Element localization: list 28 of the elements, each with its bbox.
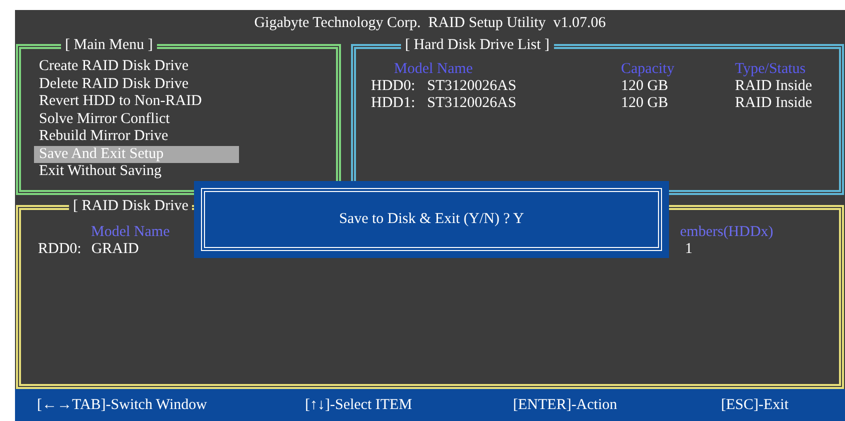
dialog-message: Save to Disk & Exit (Y/N) ? Y: [339, 210, 524, 230]
table-cell: GRAID: [91, 241, 139, 258]
table-cell-text: RAID Inside: [735, 95, 814, 112]
menu-item[interactable]: Solve Mirror Conflict: [34, 110, 239, 128]
column-header: embers(HDDx): [680, 224, 774, 242]
key-hint: [ENTER]-Action: [513, 396, 618, 415]
menu-item[interactable]: Create RAID Disk Drive: [34, 58, 239, 76]
table-cell: ST3120026AS: [427, 95, 516, 112]
menu-item[interactable]: Rebuild Mirror Drive: [34, 128, 239, 146]
table-cell-text: 120 GB: [621, 95, 670, 112]
table-cell: HDD0:: [371, 78, 416, 95]
table-cell: HDD1:: [371, 95, 416, 112]
column-header: Model Name: [90, 224, 171, 242]
menu-item[interactable]: Revert HDD to Non-RAID: [34, 93, 239, 110]
table-cell-text: 1: [685, 241, 694, 258]
table-cell: ST3120026AS: [427, 78, 516, 95]
window-title: Gigabyte Technology Corp. RAID Setup Utility v1.07.06: [253, 14, 607, 33]
menu-item[interactable]: Exit Without Saving: [34, 163, 239, 180]
table-cell: RDD0:: [38, 241, 82, 258]
key-hint: [ESC]-Exit: [721, 396, 790, 415]
table-cell-text: RAID Inside: [735, 78, 814, 95]
key-hint: [↑↓]-Select ITEM: [305, 396, 414, 415]
column-header: Type/Status: [735, 61, 807, 78]
key-hint: [←→TAB]-Switch Window: [37, 396, 208, 415]
column-header: Capacity: [621, 61, 676, 78]
menu-item[interactable]: Delete RAID Disk Drive: [34, 76, 239, 93]
column-header: Model Name: [393, 61, 474, 78]
table-cell-text: 120 GB: [621, 78, 670, 95]
